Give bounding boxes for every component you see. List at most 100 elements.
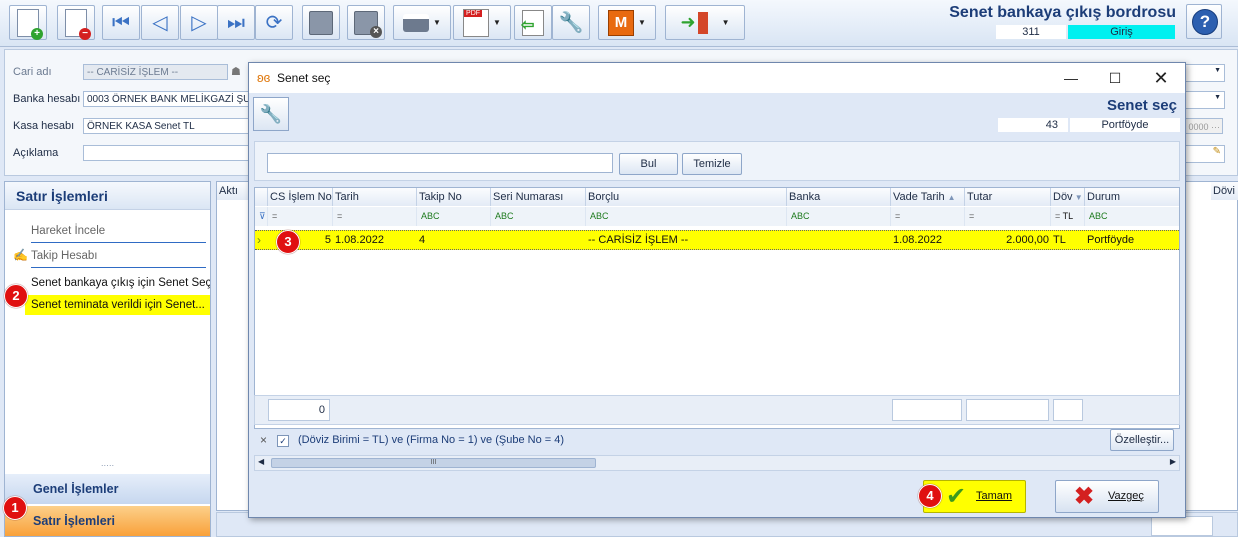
exit-icon: ➜ (680, 12, 696, 32)
search-input[interactable] (267, 153, 613, 173)
save-button[interactable] (302, 5, 340, 40)
cell-takip-no[interactable]: 4 (417, 230, 491, 250)
last-icon: ⏭ (227, 11, 245, 34)
next-record-button[interactable]: ▷ (180, 5, 218, 40)
cari-label: Cari adı (13, 66, 52, 78)
cell-seri[interactable] (491, 230, 586, 250)
filter-vade[interactable]: = (891, 207, 965, 226)
filter-banka[interactable]: ABC (787, 207, 891, 226)
column-header-vade-tarih[interactable]: Vade Tarih ▲ (891, 188, 965, 206)
cell-vade[interactable]: 1.08.2022 (891, 230, 965, 250)
filter-cs-islem-no[interactable]: = (268, 207, 333, 226)
footer-box-vade (892, 399, 962, 421)
banka-field[interactable]: 0003 ÖRNEK BANK MELİKGAZİ ŞUB (83, 91, 253, 107)
column-header-tarih[interactable]: Tarih (333, 188, 417, 206)
column-header-tutar[interactable]: Tutar (965, 188, 1051, 206)
document-number: 311 (996, 25, 1066, 39)
menu-item-hareket-incele[interactable]: Hareket İncele (5, 221, 210, 241)
filter-borclu[interactable]: ABC (586, 207, 787, 226)
m-menu-button[interactable]: M ▼ (598, 5, 656, 40)
filter-durum[interactable]: ABC (1085, 207, 1179, 226)
kasa-field[interactable]: ÖRNEK KASA Senet TL (83, 118, 253, 134)
horizontal-scrollbar[interactable]: ◀ III ▶ (254, 455, 1180, 471)
scroll-right-icon: ▶ (1169, 457, 1176, 466)
save-close-button[interactable]: × (347, 5, 385, 40)
pdf-export-button[interactable]: PDF ▼ (453, 5, 511, 40)
minimize-button[interactable]: — (1061, 68, 1081, 88)
cell-borclu[interactable]: -- CARİSİZ İŞLEM -- (586, 230, 787, 250)
menu-item-senet-bankaya-secim[interactable]: Senet bankaya çıkış için Senet Seç (5, 273, 210, 293)
help-icon: ? (1192, 9, 1218, 35)
detail-footer-box (1151, 516, 1213, 536)
right-dropdown-2[interactable]: ▼ (1185, 91, 1225, 109)
previous-record-button[interactable]: ◁ (141, 5, 179, 40)
column-header-cs-islem-no[interactable]: CS İşlem No (268, 188, 333, 206)
filter-doviz-op: = (1055, 211, 1061, 221)
column-header-seri-numarasi[interactable]: Seri Numarası (491, 188, 586, 206)
clear-filter-button[interactable]: × (260, 429, 267, 451)
tools-icon: 🔧 (259, 104, 283, 124)
right-field[interactable]: 0000 ··· (1185, 118, 1223, 134)
cell-banka[interactable] (787, 230, 891, 250)
filter-doviz[interactable]: = TL (1051, 207, 1085, 226)
menu-item-senet-teminata-secim[interactable]: Senet teminata verildi için Senet... (25, 295, 210, 315)
filter-checkbox[interactable]: ✓ (277, 435, 289, 447)
customize-button[interactable]: Özelleştir... (1110, 429, 1174, 451)
nav-general-operations[interactable]: Genel İşlemler (5, 474, 210, 504)
right-field-2[interactable]: ✎ (1185, 145, 1225, 163)
find-button[interactable]: Bul (619, 153, 678, 175)
print-icon (403, 13, 430, 32)
refresh-button[interactable]: ⟳ (255, 5, 293, 40)
row-operations-title: Satır İşlemleri (5, 182, 210, 210)
import-button[interactable]: ⇦ (514, 5, 552, 40)
previous-icon: ◁ (152, 11, 168, 34)
column-header-doviz[interactable]: Döv ▼ (1051, 188, 1085, 206)
dialog-tools-button[interactable]: 🔧 (253, 97, 289, 131)
chevron-down-icon: ▼ (721, 18, 730, 27)
cell-tarih[interactable]: 1.08.2022 (333, 230, 417, 250)
filter-text[interactable]: (Döviz Birimi = TL) ve (Firma No = 1) ve… (298, 429, 564, 451)
filter-takip-no[interactable]: ABC (417, 207, 491, 226)
filter-tutar[interactable]: = (965, 207, 1051, 226)
nav-row-operations[interactable]: Satır İşlemleri (5, 506, 210, 536)
new-button[interactable]: + (9, 5, 47, 40)
divider (31, 267, 206, 268)
dialog-subtitle: Senet seç (1106, 97, 1177, 114)
scroll-thumb[interactable]: III (271, 458, 596, 468)
help-button[interactable]: ? (1186, 4, 1222, 39)
delete-button[interactable]: − (57, 5, 95, 40)
cancel-button[interactable]: ✖ Vazgeç (1055, 480, 1159, 513)
cell-doviz[interactable]: TL (1051, 230, 1085, 250)
tools-button[interactable]: 🔧 (552, 5, 590, 40)
column-header-durum[interactable]: Durum (1085, 188, 1179, 206)
filter-icon: ▼ (1072, 193, 1083, 202)
import-icon: ⇦ (521, 9, 544, 36)
print-button[interactable]: ▼ (393, 5, 451, 40)
exit-button[interactable]: ➜ ▼ (665, 5, 745, 40)
status-badge: Giriş (1068, 25, 1175, 39)
chevron-down-icon: ▼ (638, 18, 646, 27)
column-header-banka[interactable]: Banka (787, 188, 891, 206)
splitter-grip[interactable]: ····· (5, 462, 210, 471)
column-header-takip-no[interactable]: Takip No (417, 188, 491, 206)
column-header-aktif[interactable]: Aktı (217, 182, 252, 200)
butterfly-icon: ʚɞ (257, 70, 271, 85)
cell-durum[interactable]: Portföyde (1085, 230, 1179, 250)
filter-tarih[interactable]: = (333, 207, 417, 226)
last-record-button[interactable]: ⏭ (217, 5, 255, 40)
maximize-button[interactable]: ☐ (1105, 68, 1125, 88)
aciklama-field[interactable] (83, 145, 253, 161)
column-header-borclu[interactable]: Borçlu (586, 188, 787, 206)
clear-button[interactable]: Temizle (682, 153, 742, 175)
filter-seri[interactable]: ABC (491, 207, 586, 226)
dialog-title: Senet seç (277, 71, 331, 85)
close-button[interactable]: ✕ (1151, 68, 1171, 88)
row-operations-panel: Satır İşlemleri Hareket İncele ✍ Takip H… (4, 181, 211, 537)
right-dropdown-1[interactable]: ▼ (1185, 64, 1225, 82)
cell-tutar[interactable]: 2.000,00 (965, 230, 1051, 250)
first-record-button[interactable]: ⏮ (102, 5, 140, 40)
column-header-doviz[interactable]: Dövi (1211, 182, 1238, 200)
cari-field[interactable]: -- CARİSİZ İŞLEM -- (83, 64, 228, 80)
menu-item-takip-hesabi[interactable]: Takip Hesabı (5, 246, 210, 266)
step-marker-1: 1 (3, 496, 27, 520)
